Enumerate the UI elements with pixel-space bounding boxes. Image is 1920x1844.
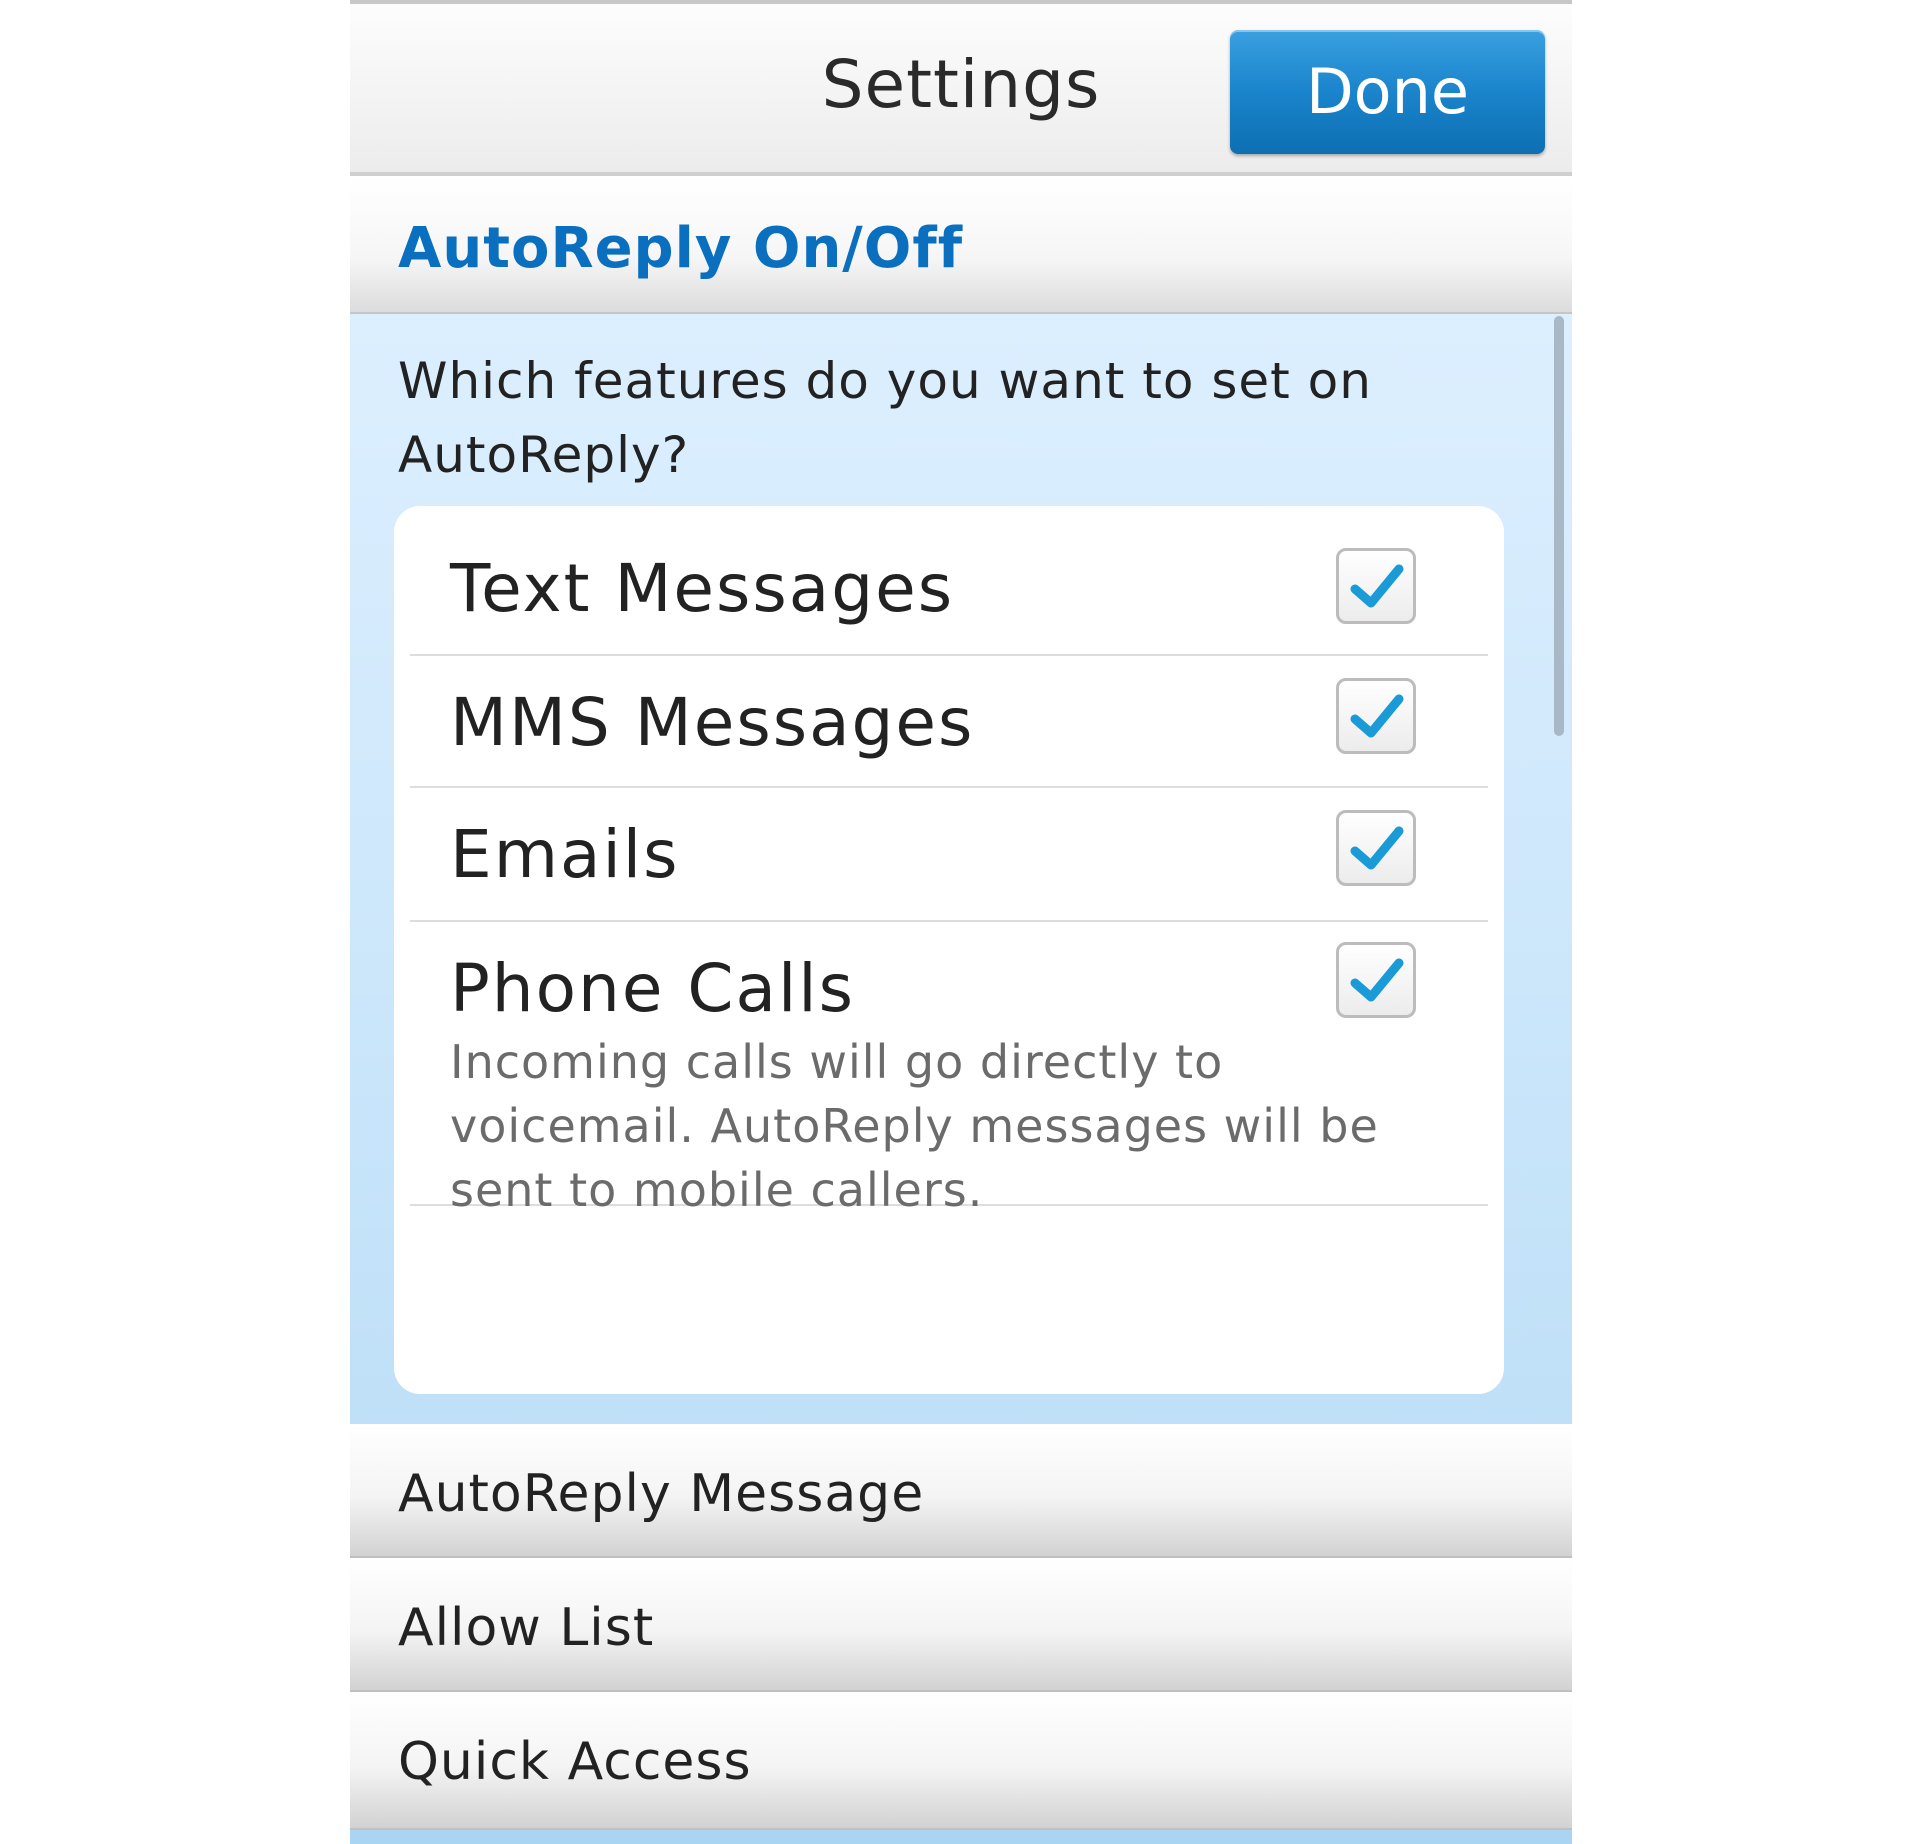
option-label: Emails [450, 816, 680, 893]
checkmark-icon [1350, 826, 1404, 870]
bottom-strip [350, 1830, 1572, 1844]
menu-item-quick-access[interactable]: Quick Access [350, 1692, 1572, 1830]
options-card: Text Messages MMS Messages Emails Phone … [394, 506, 1504, 1394]
checkbox-mms-messages[interactable] [1336, 678, 1416, 754]
checkmark-icon [1350, 564, 1404, 608]
menu-label: AutoReply Message [398, 1464, 925, 1524]
checkmark-icon [1350, 694, 1404, 738]
option-label: Text Messages [450, 550, 955, 627]
settings-screen: Settings Done AutoReply On/Off Which fea… [350, 0, 1572, 1844]
section-title: AutoReply On/Off [398, 216, 964, 281]
menu-label: Quick Access [398, 1732, 752, 1792]
option-description: Incoming calls will go directly to voice… [450, 1035, 1379, 1217]
option-emails[interactable]: Emails [410, 788, 1488, 922]
checkbox-emails[interactable] [1336, 810, 1416, 886]
done-button[interactable]: Done [1230, 30, 1545, 154]
section-header-autoreply[interactable]: AutoReply On/Off [350, 176, 1572, 314]
checkbox-text-messages[interactable] [1336, 548, 1416, 624]
option-mms-messages[interactable]: MMS Messages [410, 656, 1488, 788]
menu-label: Allow List [398, 1598, 655, 1658]
menu-item-allow-list[interactable]: Allow List [350, 1558, 1572, 1692]
option-text-messages[interactable]: Text Messages [410, 522, 1488, 656]
menu-item-autoreply-message[interactable]: AutoReply Message [350, 1424, 1572, 1558]
checkbox-phone-calls[interactable] [1336, 942, 1416, 1018]
option-phone-calls[interactable]: Phone Calls Incoming calls will go direc… [410, 922, 1488, 1217]
option-label: Phone Calls [450, 950, 856, 1027]
option-label: MMS Messages [450, 684, 975, 761]
header-bar: Settings Done [350, 0, 1572, 176]
feature-question: Which features do you want to set on Aut… [398, 352, 1372, 484]
checkmark-icon [1350, 958, 1404, 1002]
scrollbar[interactable] [1554, 316, 1564, 736]
autoreply-panel: Which features do you want to set on Aut… [350, 314, 1572, 1424]
